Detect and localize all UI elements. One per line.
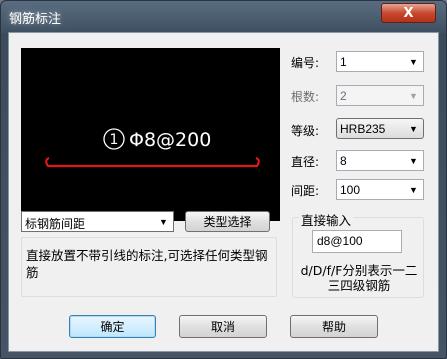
grade-label: 等级: [291,124,320,138]
type-select-button[interactable]: 类型选择 [185,211,270,232]
annotation-type-combo[interactable]: 标钢筋间距 ▼ [21,211,174,232]
spacing-combo[interactable]: 100 ▼ [336,179,424,200]
direct-input-hint: d/D/f/F分别表示一二三四级钢筋 [300,263,418,293]
window-title: 钢筋标注 [9,12,62,27]
chevron-down-icon: ▼ [409,184,418,195]
chevron-down-icon: ▼ [409,123,418,134]
cancel-button[interactable]: 取消 [179,315,267,338]
count-combo[interactable]: 2 ▼ [336,85,424,106]
description-box: 直接放置不带引线的标注,可选择任何类型钢筋 [21,237,277,297]
chevron-down-icon: ▼ [159,216,168,227]
rebar-number-text: 1 [110,132,119,148]
chevron-down-icon: ▼ [409,155,418,166]
direct-input-label: 直接输入 [299,210,354,229]
diameter-label: 直径: [291,155,320,169]
preview-drawing: 1 Φ8@200 [45,128,260,168]
diameter-value: 8 [340,154,347,168]
grade-value: HRB235 [340,122,386,136]
rebar-annotation-dialog: 钢筋标注 X 1 Φ8@200 编号: 1 ▼ 根数: 2 ▼ 等级: HRB2… [0,0,447,359]
close-icon: X [403,5,414,21]
spacing-label: 间距: [291,184,320,198]
count-value: 2 [340,89,347,103]
title-bar[interactable]: 钢筋标注 X [1,1,446,33]
diameter-combo[interactable]: 8 ▼ [336,150,424,171]
chevron-down-icon: ▼ [409,90,418,101]
help-button[interactable]: 帮助 [290,315,378,338]
grade-combo[interactable]: HRB235 ▼ [336,118,424,139]
close-button[interactable]: X [381,3,436,23]
annotation-preview: 1 Φ8@200 [21,48,280,221]
number-label: 编号: [291,56,320,70]
number-value: 1 [340,55,347,69]
ok-button[interactable]: 确定 [69,315,156,338]
annotation-type-value: 标钢筋间距 [25,217,86,231]
direct-input-field[interactable]: d8@100 [312,230,402,253]
rebar-annotation-text: Φ8@200 [129,129,211,151]
number-combo[interactable]: 1 ▼ [336,51,424,72]
rebar-line [45,156,260,168]
dialog-body: 1 Φ8@200 编号: 1 ▼ 根数: 2 ▼ 等级: HRB235 ▼ 直径… [8,32,439,352]
chevron-down-icon: ▼ [409,56,418,67]
count-label: 根数: [291,90,320,104]
description-text: 直接放置不带引线的标注,可选择任何类型钢筋 [26,248,268,280]
spacing-value: 100 [340,183,361,197]
